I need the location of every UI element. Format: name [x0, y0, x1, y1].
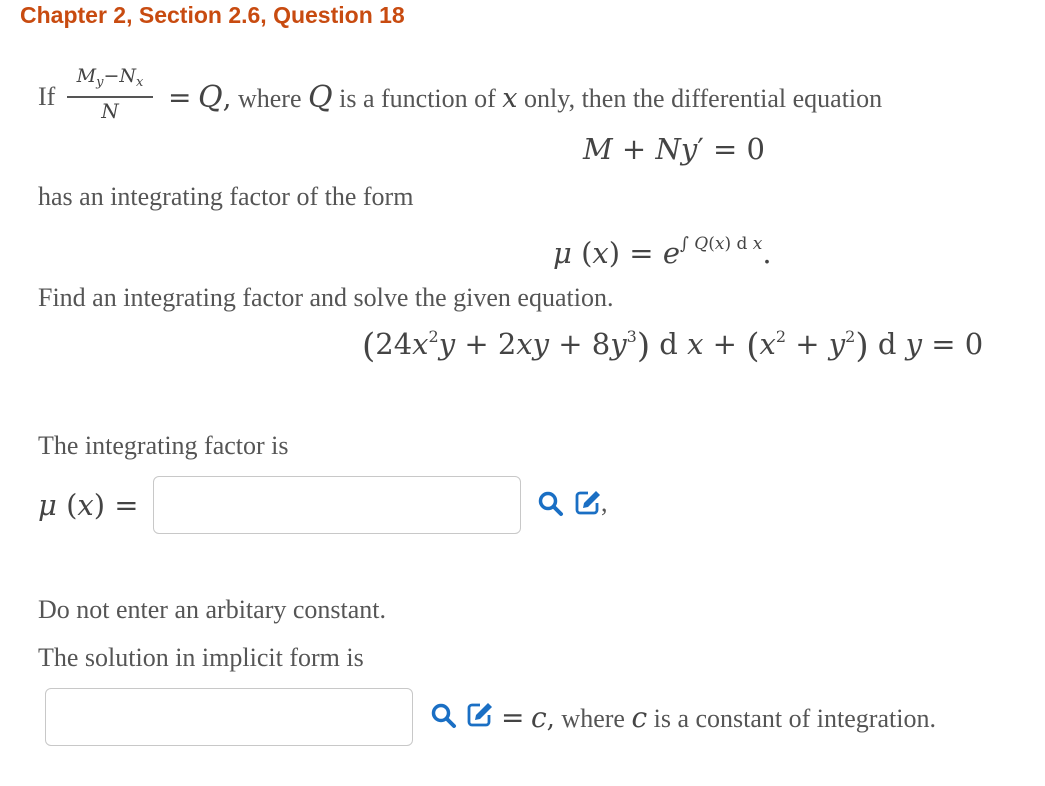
mu-form-equation: μ (x) = e∫ Q(x) d x. — [553, 234, 772, 270]
no-constant-note: Do not enter an arbitary constant. — [38, 595, 386, 624]
fraction-numerator: My−Nx — [76, 65, 144, 90]
search-icon[interactable] — [537, 490, 565, 518]
integrating-factor-label: The integrating factor is — [38, 431, 289, 460]
integrating-factor-input[interactable] — [153, 476, 521, 534]
mu-lhs: μ (x) = — [38, 488, 139, 522]
question-title: Chapter 2, Section 2.6, Question 18 — [20, 2, 405, 28]
edit-icon[interactable] — [574, 488, 602, 516]
implicit-solution-input[interactable] — [45, 688, 413, 746]
search-icon-2[interactable] — [430, 702, 458, 730]
implicit-solution-label: The solution in implicit form is — [38, 643, 364, 672]
trailing-comma: , — [601, 488, 608, 517]
intro-line1-rest: = Q, where Q is a function of x only, th… — [168, 80, 883, 115]
equation-m-ny: M + Ny′ = 0 — [583, 132, 765, 166]
fraction-denominator: N — [101, 98, 119, 123]
fraction-my-nx-over-n: My−Nx N — [67, 64, 153, 122]
implicit-solution-rhs: = c, where c is a constant of integratio… — [501, 701, 936, 734]
problem-equation: (24x2y + 2xy + 8y3) d x + (x2 + y2) d y … — [362, 326, 984, 366]
fraction-bar — [67, 96, 153, 98]
intro-has-text: has an integrating factor of the form — [38, 182, 414, 211]
edit-icon-2[interactable] — [466, 700, 494, 728]
intro-if: If — [38, 82, 56, 111]
problem-instruction: Find an integrating factor and solve the… — [38, 283, 614, 312]
